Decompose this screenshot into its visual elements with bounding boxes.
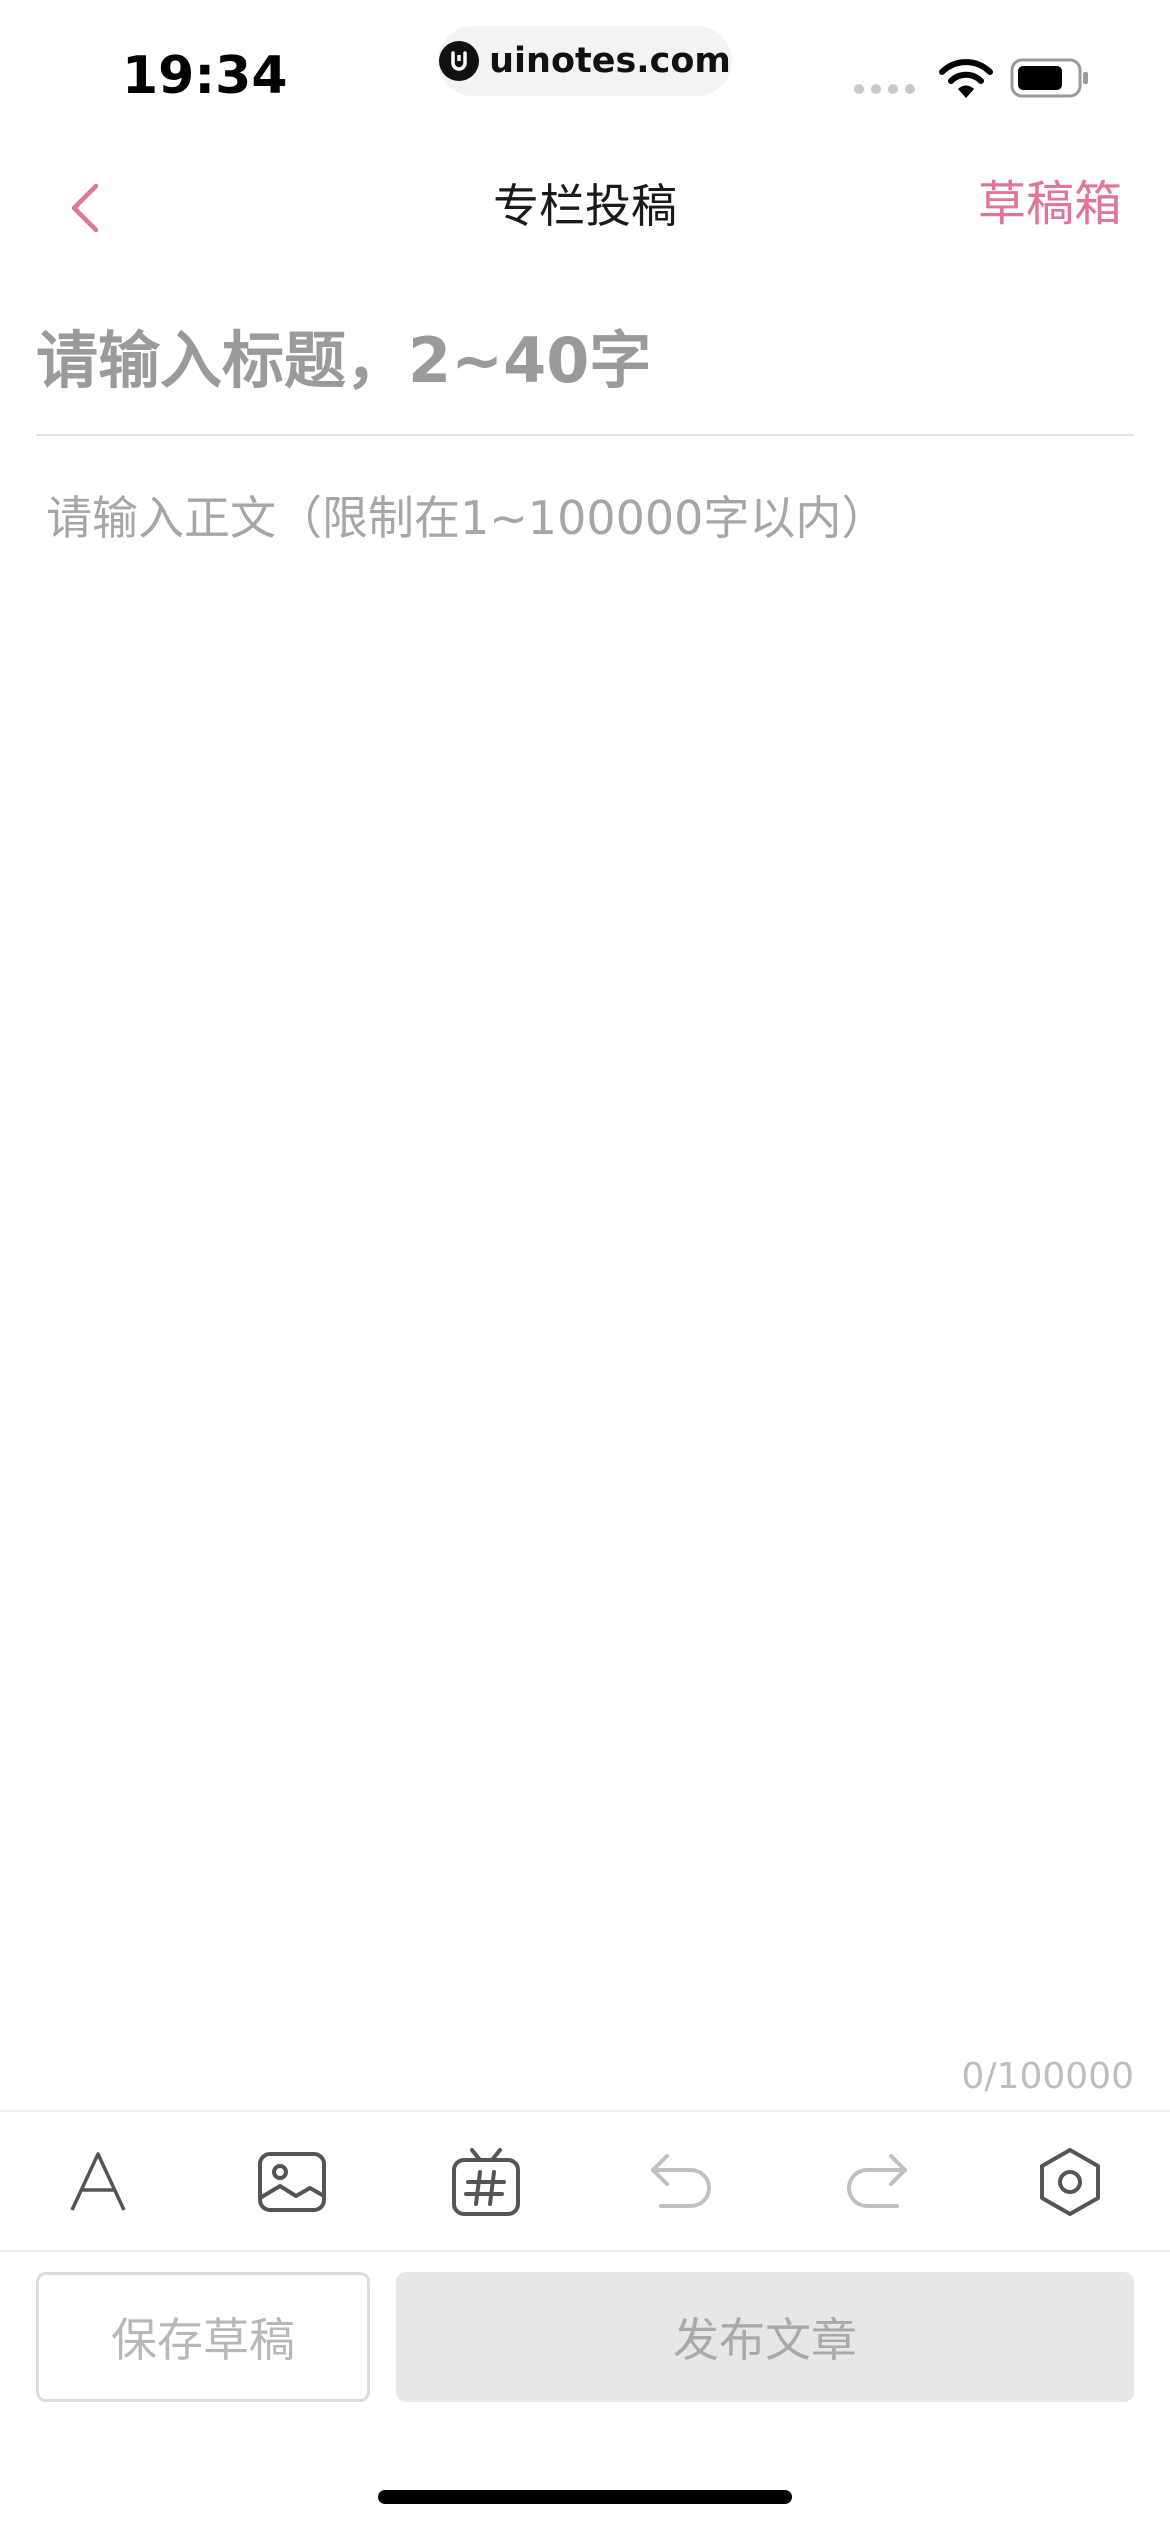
drafts-button[interactable]: 草稿箱 xyxy=(978,174,1122,234)
image-icon xyxy=(258,2152,326,2212)
toolbar-divider-bottom xyxy=(0,2250,1170,2252)
body-input[interactable] xyxy=(46,486,1134,2036)
insert-image-button[interactable] xyxy=(252,2142,332,2222)
insert-topic-button[interactable] xyxy=(446,2142,526,2222)
url-text: uinotes.com xyxy=(489,41,731,81)
title-divider xyxy=(36,434,1134,436)
home-indicator[interactable] xyxy=(378,2490,792,2504)
redo-button[interactable] xyxy=(836,2142,916,2222)
screen: 19:34 uinotes.com 专栏投稿 草稿箱 0/100000 xyxy=(0,0,1170,2532)
redo-icon xyxy=(847,2154,907,2208)
url-pill[interactable]: uinotes.com xyxy=(438,26,732,96)
publish-button[interactable]: 发布文章 xyxy=(396,2272,1134,2402)
undo-button[interactable] xyxy=(642,2142,722,2222)
text-format-button[interactable] xyxy=(58,2142,138,2222)
save-draft-button[interactable]: 保存草稿 xyxy=(36,2272,370,2402)
back-button[interactable] xyxy=(60,178,110,238)
char-count: 0/100000 xyxy=(961,2056,1134,2097)
text-format-icon xyxy=(70,2152,126,2211)
signal-icon xyxy=(854,84,915,94)
editor-toolbar xyxy=(0,2112,1170,2250)
undo-icon xyxy=(651,2154,711,2208)
chevron-left-icon xyxy=(71,183,99,233)
status-time: 19:34 xyxy=(122,46,288,106)
battery-icon xyxy=(1010,58,1088,98)
settings-button[interactable] xyxy=(1030,2142,1110,2222)
title-input[interactable] xyxy=(36,310,1134,410)
tv-hashtag-icon xyxy=(452,2148,520,2216)
page-title: 专栏投稿 xyxy=(493,179,677,233)
site-logo-icon xyxy=(439,41,480,81)
hexagon-settings-icon xyxy=(1040,2148,1100,2216)
wifi-icon xyxy=(939,59,993,98)
